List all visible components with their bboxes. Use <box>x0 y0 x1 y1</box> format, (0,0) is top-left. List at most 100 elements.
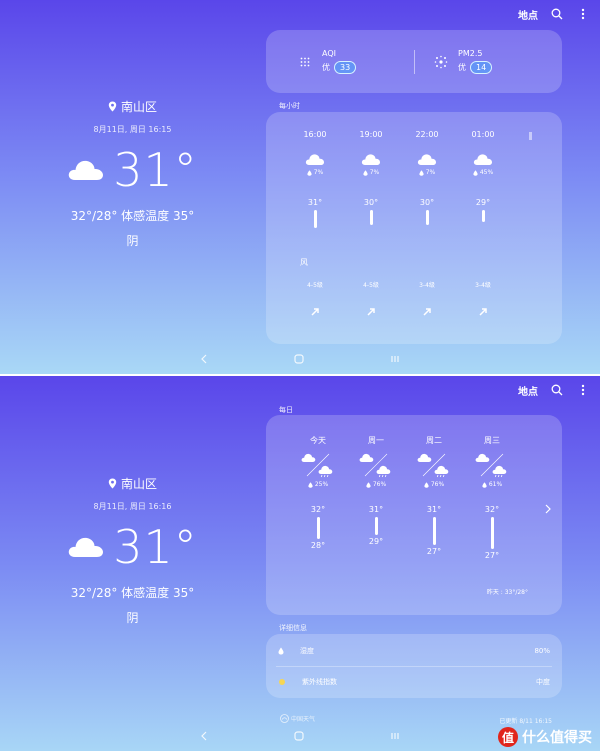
sun-icon <box>279 679 285 685</box>
recent-apps-icon[interactable] <box>390 349 400 368</box>
current-temp-row: 31° <box>0 147 265 193</box>
temp-range-bar <box>316 517 320 539</box>
wind-level: 4-5级 <box>363 282 379 289</box>
wind-level: 4-5级 <box>307 282 323 289</box>
wind-label: 风 <box>300 258 308 267</box>
precip-chance: 7% <box>313 169 324 176</box>
temp-bar <box>481 210 485 222</box>
location-name: 南山区 <box>120 100 157 114</box>
weather-condition: 阴 <box>126 611 139 625</box>
temp-range-bar <box>490 517 494 549</box>
recent-apps-icon[interactable] <box>390 726 400 745</box>
system-nav-bar <box>200 349 400 368</box>
hourly-item: 19:00 7% 30° 4-5级 <box>346 130 396 316</box>
hourly-section-label: 每小时 <box>279 102 300 110</box>
daily-forecast-card[interactable]: 今天 25% 32° 28° 周一 76% 31° 29° 周二 76% 31° 27° 周三 61% 32… <box>266 415 562 615</box>
rain-cloud-split-icon <box>359 453 391 478</box>
rain-cloud-split-icon <box>301 453 333 478</box>
temp-range-bar <box>432 517 436 545</box>
aqi-value-badge: 33 <box>334 61 357 74</box>
location-pin-icon <box>108 478 117 489</box>
back-nav-icon[interactable] <box>200 349 208 368</box>
hourly-item: 16:00 7% 31° 4-5级 <box>290 130 340 316</box>
humidity-label: 湿度 <box>300 647 314 655</box>
temp-bar <box>313 210 317 228</box>
hourly-item: 22:00 7% 30° 3-4级 <box>402 130 452 316</box>
weather-provider-logo: 中国天气 <box>280 714 315 723</box>
location-button[interactable]: 地点 <box>518 383 538 398</box>
aqi-level: 优 <box>322 63 330 72</box>
cloud-icon <box>361 154 380 165</box>
watermark-text: 什么值得买 <box>522 730 592 746</box>
search-icon[interactable] <box>550 6 564 22</box>
detail-info-card[interactable]: 湿度 80% 紫外线指数 中度 <box>266 634 562 698</box>
location-pin-icon <box>108 101 117 112</box>
hour-temp: 30° <box>419 198 435 207</box>
back-nav-icon[interactable] <box>200 726 208 745</box>
precip-chance: 25% <box>314 481 329 488</box>
precip-chance: 76% <box>372 481 387 488</box>
weather-screen-daily: 地点 南山区 8月11日, 周日 16:16 31° 32°/28° 体感温度 … <box>0 376 600 751</box>
temp-range: 32°/28° 体感温度 35° <box>70 209 195 223</box>
weather-screen-hourly: 地点 南山区 8月11日, 周日 16:15 31° 32°/28° 体感温度 … <box>0 0 600 374</box>
air-quality-card[interactable]: AQI 优 33 PM2.5 优 14 <box>266 30 562 93</box>
day-name: 周一 <box>368 436 384 445</box>
weather-logo-text: 中国天气 <box>291 716 316 723</box>
hour-time: 01:00 <box>471 130 495 139</box>
wind-direction-arrow-icon <box>423 308 431 316</box>
cloud-icon <box>68 160 104 180</box>
weather-condition: 阴 <box>126 234 139 248</box>
precipitation-drop-icon <box>308 481 313 488</box>
location-title: 南山区 <box>0 98 265 115</box>
daily-item: 周一 76% 31° 29° <box>351 435 401 546</box>
day-name: 周三 <box>484 436 500 445</box>
aqi-dots-icon <box>300 57 310 66</box>
pm25-level: 优 <box>458 63 466 72</box>
location-name: 南山区 <box>120 477 157 491</box>
more-options-icon[interactable] <box>576 382 590 398</box>
precipitation-drop-icon <box>419 169 424 176</box>
rain-cloud-split-icon <box>417 453 449 478</box>
cloud-icon <box>417 154 436 165</box>
pm25-label: PM2.5 <box>458 49 483 58</box>
humidity-row[interactable]: 湿度 80% <box>266 636 562 666</box>
hourly-item: 01:00 45% 29° 3-4级 <box>458 130 508 316</box>
aqi-label: AQI <box>322 49 336 58</box>
precip-chance: 61% <box>488 481 503 488</box>
cloud-icon <box>473 154 492 165</box>
search-icon[interactable] <box>550 382 564 398</box>
cloud-icon <box>305 154 324 165</box>
hour-temp: 30° <box>363 198 379 207</box>
day-name: 今天 <box>310 436 326 445</box>
precipitation-drop-icon <box>473 169 478 176</box>
uv-value: 中度 <box>536 678 550 686</box>
wind-level: 3-4级 <box>419 282 435 289</box>
current-date: 8月11日, 周日 16:16 <box>93 502 172 511</box>
uv-index-row[interactable]: 紫外线指数 中度 <box>266 667 562 697</box>
precipitation-drop-icon <box>482 481 487 488</box>
humidity-drop-icon <box>278 647 284 655</box>
precipitation-drop-icon <box>363 169 368 176</box>
daily-section-label: 每日 <box>279 406 293 414</box>
high-temp: 31° <box>426 505 442 514</box>
hourly-forecast-card[interactable]: 16:00 7% 31° 4-5级 19:00 7% 30° 4-5级 22:00 7% 30° 3-… <box>266 112 562 344</box>
wind-direction-arrow-icon <box>479 308 487 316</box>
detail-section-label: 详细信息 <box>279 624 307 632</box>
precip-chance: 76% <box>430 481 445 488</box>
wind-level: 3-4级 <box>475 282 491 289</box>
rain-cloud-split-icon <box>475 453 507 478</box>
current-date: 8月11日, 周日 16:15 <box>93 125 172 134</box>
home-nav-icon[interactable] <box>294 726 304 745</box>
wind-direction-arrow-icon <box>367 308 375 316</box>
system-nav-bar <box>200 726 400 745</box>
hour-time: 19:00 <box>359 130 383 139</box>
chevron-right-icon[interactable] <box>545 499 552 518</box>
pm25-value-badge: 14 <box>470 61 493 74</box>
pm25-particles-icon <box>434 55 448 68</box>
home-nav-icon[interactable] <box>294 349 304 368</box>
precipitation-drop-icon <box>307 169 312 176</box>
location-button[interactable]: 地点 <box>518 7 538 22</box>
daily-item: 周三 61% 32° 27° <box>467 435 517 560</box>
low-temp: 27° <box>426 547 442 556</box>
more-options-icon[interactable] <box>576 6 590 22</box>
